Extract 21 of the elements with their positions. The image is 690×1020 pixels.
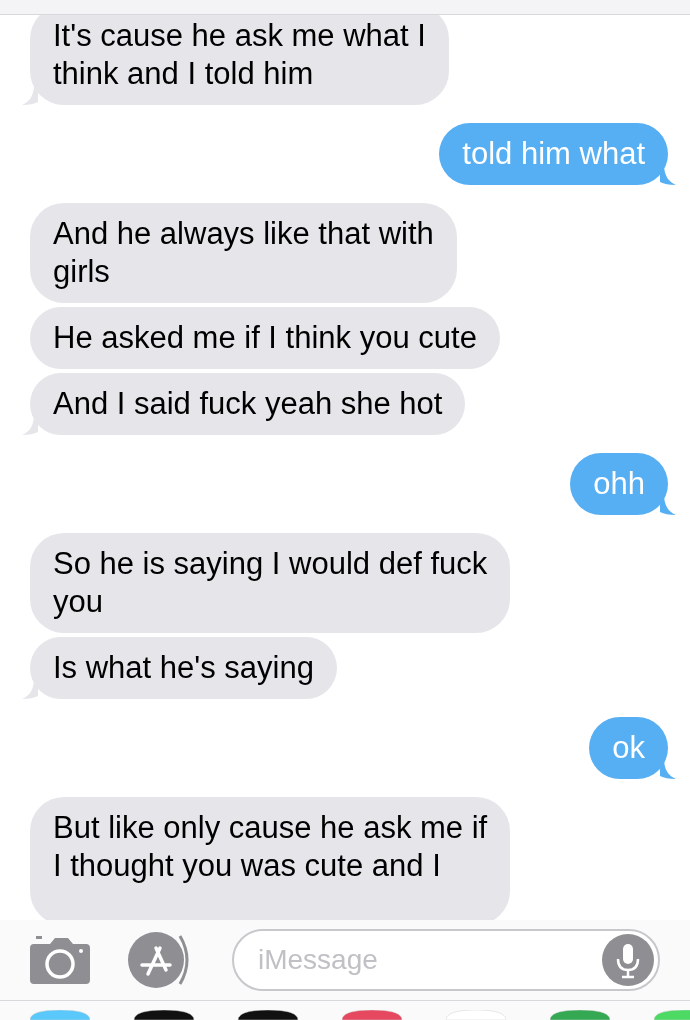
bubble-tail bbox=[22, 417, 38, 435]
microphone-icon[interactable] bbox=[602, 934, 654, 986]
message-bubble: ohh bbox=[570, 453, 668, 515]
message-field[interactable]: iMessage bbox=[232, 929, 660, 991]
bubble-tail bbox=[660, 167, 676, 185]
camera-icon[interactable] bbox=[30, 936, 90, 984]
message-bubble: But like only cause he ask me if I thought you was cute and I bbox=[30, 797, 511, 920]
message-bubble: ok bbox=[589, 717, 668, 779]
message-bubble: He asked me if I think you cute bbox=[30, 307, 500, 369]
message-bubble: told him what bbox=[439, 123, 668, 185]
bubble-tail bbox=[22, 681, 38, 699]
app-icon[interactable] bbox=[238, 1010, 298, 1020]
app-icon[interactable] bbox=[134, 1010, 194, 1020]
bubble-tail bbox=[22, 87, 38, 105]
message-bubble: And I said fuck yeah she hot bbox=[30, 373, 466, 435]
bubble-tail bbox=[660, 497, 676, 515]
message-bubble: It's cause he ask me what I think and I told him bbox=[30, 15, 449, 105]
message-bubble: Is what he's saying bbox=[30, 637, 337, 699]
bubble-tail bbox=[660, 761, 676, 779]
message-bubble: And he always like that with girls bbox=[30, 203, 457, 303]
message-bubble: So he is saying I would def fuck you bbox=[30, 533, 511, 633]
